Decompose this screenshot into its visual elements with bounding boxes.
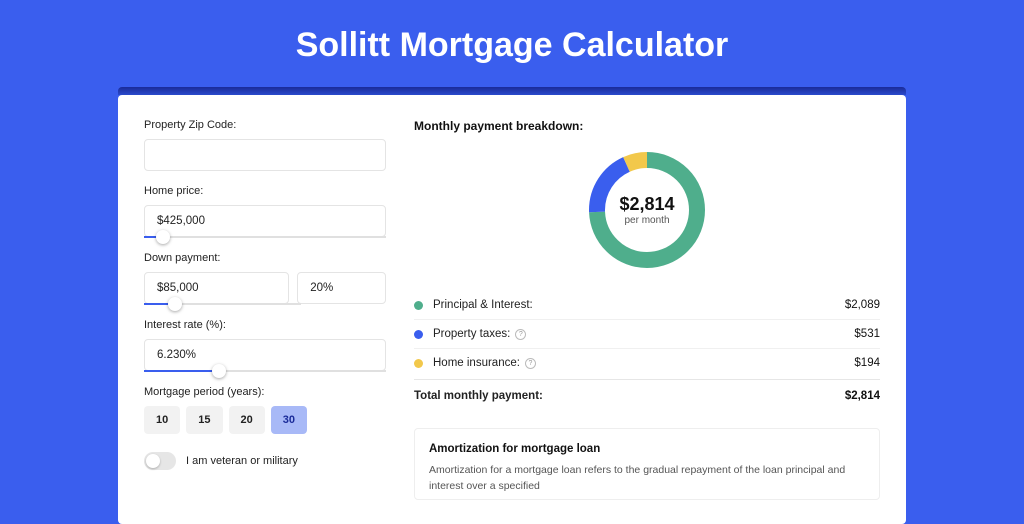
period-label: Mortgage period (years): (144, 386, 386, 398)
legend-label: Principal & Interest: (433, 299, 845, 311)
amortization-title: Amortization for mortgage loan (429, 443, 865, 455)
legend-value: $194 (854, 357, 880, 369)
donut-chart-wrap: $2,814 per month (414, 147, 880, 273)
inputs-panel: Property Zip Code: Home price: Down paym… (144, 119, 386, 500)
zip-group: Property Zip Code: (144, 119, 386, 171)
interest-input[interactable] (144, 339, 386, 371)
legend-row: Principal & Interest:$2,089 (414, 291, 880, 320)
zip-label: Property Zip Code: (144, 119, 386, 131)
breakdown-title: Monthly payment breakdown: (414, 119, 880, 133)
legend-row: Property taxes:?$531 (414, 320, 880, 349)
donut-center: $2,814 per month (584, 147, 710, 273)
legend-row: Home insurance:?$194 (414, 349, 880, 377)
amortization-box: Amortization for mortgage loan Amortizat… (414, 428, 880, 500)
legend-label: Home insurance:? (433, 357, 854, 369)
slider-thumb[interactable] (168, 297, 182, 311)
veteran-row: I am veteran or military (144, 452, 386, 470)
slider-thumb[interactable] (212, 364, 226, 378)
legend-value: $2,089 (845, 299, 880, 311)
breakdown-panel: Monthly payment breakdown: $2,814 per mo… (414, 119, 880, 500)
amortization-text: Amortization for a mortgage loan refers … (429, 463, 865, 495)
home-price-input[interactable] (144, 205, 386, 237)
slider-thumb[interactable] (156, 230, 170, 244)
period-btn-15[interactable]: 15 (186, 406, 222, 434)
zip-input[interactable] (144, 139, 386, 171)
donut-center-label: per month (624, 215, 669, 226)
interest-group: Interest rate (%): (144, 319, 386, 372)
page-title: Sollitt Mortgage Calculator (0, 0, 1024, 87)
home-price-slider[interactable] (144, 236, 386, 238)
calculator-card: Property Zip Code: Home price: Down paym… (118, 95, 906, 524)
total-row: Total monthly payment: $2,814 (414, 379, 880, 408)
veteran-label: I am veteran or military (186, 455, 298, 467)
help-icon[interactable]: ? (515, 329, 526, 340)
down-payment-slider[interactable] (144, 303, 301, 305)
donut-center-value: $2,814 (619, 194, 674, 215)
period-btn-20[interactable]: 20 (229, 406, 265, 434)
toggle-knob (146, 454, 160, 468)
legend: Principal & Interest:$2,089Property taxe… (414, 291, 880, 377)
period-btn-10[interactable]: 10 (144, 406, 180, 434)
donut-chart: $2,814 per month (584, 147, 710, 273)
legend-label: Property taxes:? (433, 328, 854, 340)
veteran-toggle[interactable] (144, 452, 176, 470)
total-label: Total monthly payment: (414, 390, 845, 402)
total-value: $2,814 (845, 390, 880, 402)
down-payment-label: Down payment: (144, 252, 386, 264)
card-top-shadow (118, 87, 906, 95)
home-price-label: Home price: (144, 185, 386, 197)
legend-swatch (414, 301, 423, 310)
interest-label: Interest rate (%): (144, 319, 386, 331)
period-group: Mortgage period (years): 10152030 (144, 386, 386, 434)
legend-swatch (414, 359, 423, 368)
legend-value: $531 (854, 328, 880, 340)
down-payment-amount-input[interactable] (144, 272, 289, 304)
period-buttons: 10152030 (144, 406, 386, 434)
down-payment-group: Down payment: (144, 252, 386, 305)
home-price-group: Home price: (144, 185, 386, 238)
down-payment-percent-input[interactable] (297, 272, 386, 304)
period-btn-30[interactable]: 30 (271, 406, 307, 434)
legend-swatch (414, 330, 423, 339)
help-icon[interactable]: ? (525, 358, 536, 369)
interest-slider[interactable] (144, 370, 386, 372)
